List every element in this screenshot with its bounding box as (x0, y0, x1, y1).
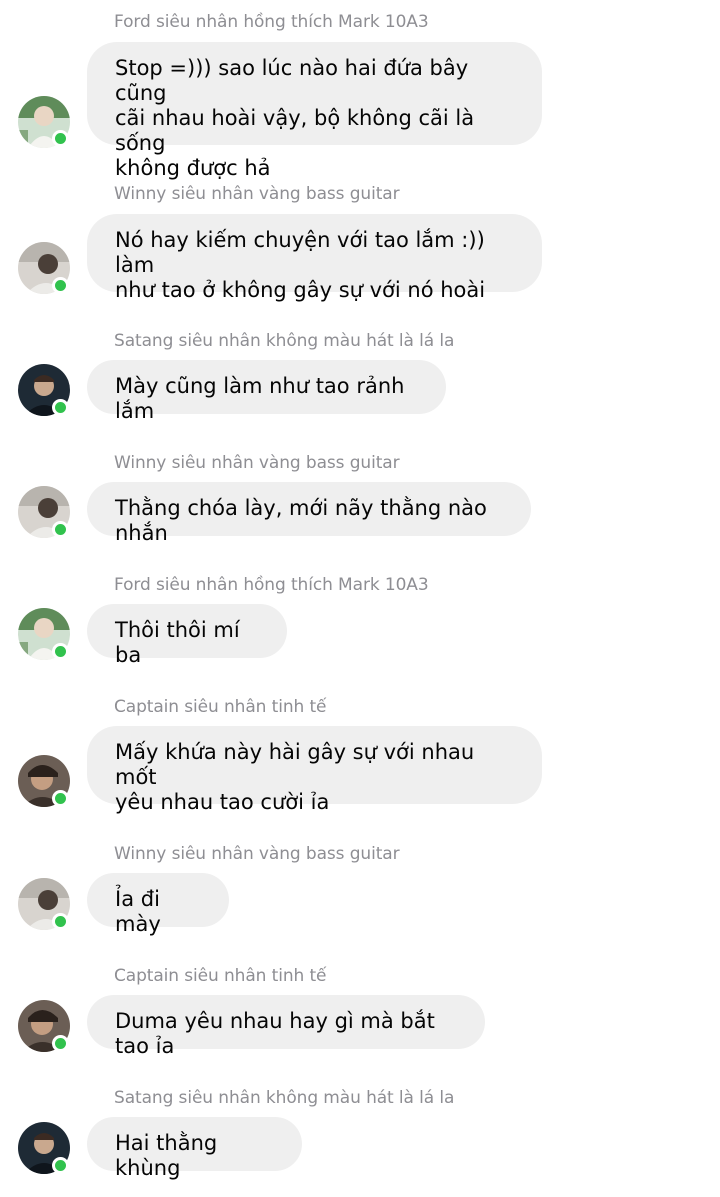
sender-name: Captain siêu nhân tinh tế (114, 697, 327, 717)
message-bubble[interactable]: Thằng chóa lày, mới nãy thằng nào nhắn (87, 482, 531, 545)
message-bubble[interactable]: Stop =))) sao lúc nào hai đứa bây cũng c… (87, 42, 542, 180)
online-status-dot (52, 790, 69, 807)
online-status-dot (52, 1035, 69, 1052)
online-status-dot (52, 913, 69, 930)
message-bubble[interactable]: Hai thằng khùng (87, 1117, 302, 1180)
sender-name: Winny siêu nhân vàng bass guitar (114, 453, 400, 473)
message-bubble[interactable]: Mày cũng làm như tao rảnh lắm (87, 360, 446, 423)
online-status-dot (52, 521, 69, 538)
message-bubble[interactable]: Duma yêu nhau hay gì mà bắt tao ỉa (87, 995, 485, 1058)
sender-name: Winny siêu nhân vàng bass guitar (114, 844, 400, 864)
sender-name: Satang siêu nhân không màu hát là lá la (114, 331, 455, 351)
online-status-dot (52, 277, 69, 294)
message-bubble[interactable]: Mấy khứa này hài gây sự với nhau mốt yêu… (87, 726, 542, 814)
sender-name: Winny siêu nhân vàng bass guitar (114, 184, 400, 204)
online-status-dot (52, 1157, 69, 1174)
sender-name: Satang siêu nhân không màu hát là lá la (114, 1088, 455, 1108)
online-status-dot (52, 130, 69, 147)
sender-name: Ford siêu nhân hồng thích Mark 10A3 (114, 575, 429, 595)
online-status-dot (52, 399, 69, 416)
sender-name: Captain siêu nhân tinh tế (114, 966, 327, 986)
sender-name: Ford siêu nhân hồng thích Mark 10A3 (114, 12, 429, 32)
message-bubble[interactable]: Thôi thôi mí ba (87, 604, 287, 667)
message-bubble[interactable]: Nó hay kiếm chuyện với tao lắm :)) làm n… (87, 214, 542, 302)
online-status-dot (52, 643, 69, 660)
message-bubble[interactable]: Ỉa đi mày (87, 873, 229, 936)
